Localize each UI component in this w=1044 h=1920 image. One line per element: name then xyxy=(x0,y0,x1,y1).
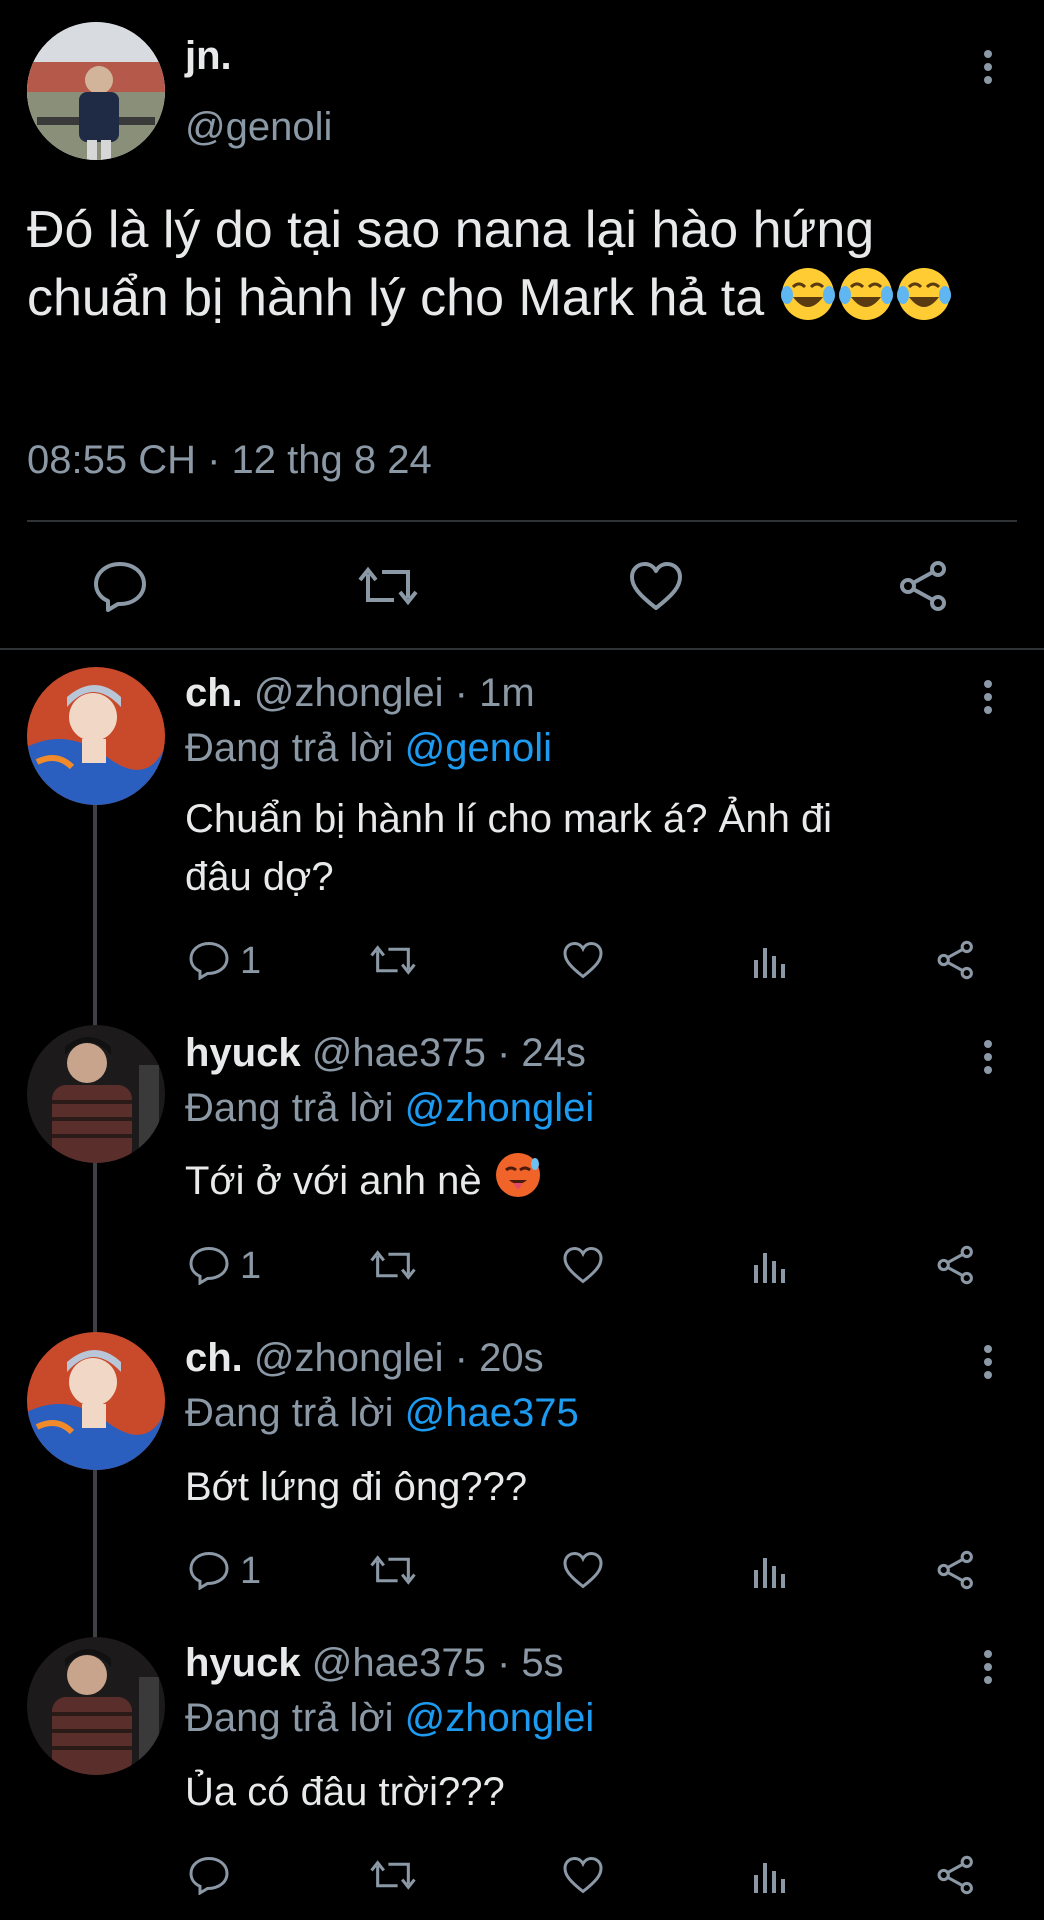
avatar[interactable] xyxy=(27,22,165,160)
reply-icon[interactable] xyxy=(188,1550,230,1590)
handle[interactable]: @hae375 xyxy=(312,1641,486,1685)
time[interactable]: · 5s xyxy=(497,1641,564,1685)
reply-text: Chuẩn bị hành lí cho mark á? Ảnh đi đâu … xyxy=(185,797,833,899)
like-icon[interactable] xyxy=(628,560,684,612)
time[interactable]: · 24s xyxy=(497,1031,586,1075)
handle[interactable]: @zhonglei xyxy=(254,671,444,715)
mention-link[interactable]: @zhonglei xyxy=(405,1696,595,1740)
retweet-icon[interactable] xyxy=(370,1245,416,1285)
thread-line xyxy=(93,1470,97,1638)
like-icon[interactable] xyxy=(562,1550,604,1590)
like-icon[interactable] xyxy=(562,1855,604,1895)
reply-icon[interactable] xyxy=(188,940,230,980)
mention-link[interactable]: @genoli xyxy=(405,726,552,770)
share-icon[interactable] xyxy=(936,1855,976,1895)
divider xyxy=(27,520,1017,522)
reply-text: Ủa có đâu trời??? xyxy=(185,1770,505,1814)
handle[interactable]: @hae375 xyxy=(312,1031,486,1075)
display-name[interactable]: ch. xyxy=(185,671,243,715)
handle[interactable]: @genoli xyxy=(185,105,332,150)
more-options-icon[interactable] xyxy=(983,680,993,719)
retweet-icon[interactable] xyxy=(370,1550,416,1590)
replying-label: Đang trả lời xyxy=(185,1696,394,1740)
like-icon[interactable] xyxy=(562,1245,604,1285)
avatar[interactable] xyxy=(27,1637,165,1775)
tweet-text: Đó là lý do tại sao nana lại hào hứng ch… xyxy=(27,196,1027,340)
hot-face-emoji-icon xyxy=(493,1150,543,1216)
analytics-icon[interactable] xyxy=(752,1855,788,1895)
retweet-icon[interactable] xyxy=(358,560,418,612)
tears-of-joy-emoji-icon xyxy=(895,265,953,340)
share-icon[interactable] xyxy=(936,1245,976,1285)
display-name[interactable]: hyuck xyxy=(185,1031,301,1075)
more-options-icon[interactable] xyxy=(983,1040,993,1079)
thread-line xyxy=(93,1163,97,1333)
reply-text: Bớt lứng đi ông??? xyxy=(185,1465,528,1509)
replying-label: Đang trả lời xyxy=(185,1086,394,1130)
analytics-icon[interactable] xyxy=(752,940,788,980)
avatar[interactable] xyxy=(27,1332,165,1470)
more-options-icon[interactable] xyxy=(983,1650,993,1689)
more-options-icon[interactable] xyxy=(983,1345,993,1384)
retweet-icon[interactable] xyxy=(370,1855,416,1895)
avatar[interactable] xyxy=(27,1025,165,1163)
like-icon[interactable] xyxy=(562,940,604,980)
replying-label: Đang trả lời xyxy=(185,1391,394,1435)
reply-count: 1 xyxy=(240,1550,262,1592)
section-divider xyxy=(0,648,1044,650)
time[interactable]: · 1m xyxy=(455,671,535,715)
reply-text: Tới ở với anh nè xyxy=(185,1150,543,1216)
time[interactable]: · 20s xyxy=(455,1336,544,1380)
thread-line xyxy=(93,805,97,1030)
share-icon[interactable] xyxy=(936,940,976,980)
display-name[interactable]: jn. xyxy=(185,34,232,79)
tears-of-joy-emoji-icon xyxy=(837,265,895,340)
avatar[interactable] xyxy=(27,667,165,805)
analytics-icon[interactable] xyxy=(752,1245,788,1285)
reply-count: 1 xyxy=(240,940,262,982)
timestamp[interactable]: 08:55 CH · 12 thg 8 24 xyxy=(27,438,432,483)
reply-icon[interactable] xyxy=(188,1855,230,1895)
reply-icon[interactable] xyxy=(92,560,148,612)
tears-of-joy-emoji-icon xyxy=(779,265,837,340)
display-name[interactable]: ch. xyxy=(185,1336,243,1380)
share-icon[interactable] xyxy=(898,560,950,612)
replying-label: Đang trả lời xyxy=(185,726,394,770)
mention-link[interactable]: @hae375 xyxy=(405,1391,579,1435)
analytics-icon[interactable] xyxy=(752,1550,788,1590)
share-icon[interactable] xyxy=(936,1550,976,1590)
reply-count: 1 xyxy=(240,1245,262,1287)
more-options-icon[interactable] xyxy=(983,50,993,89)
mention-link[interactable]: @zhonglei xyxy=(405,1086,595,1130)
reply-icon[interactable] xyxy=(188,1245,230,1285)
display-name[interactable]: hyuck xyxy=(185,1641,301,1685)
handle[interactable]: @zhonglei xyxy=(254,1336,444,1380)
retweet-icon[interactable] xyxy=(370,940,416,980)
